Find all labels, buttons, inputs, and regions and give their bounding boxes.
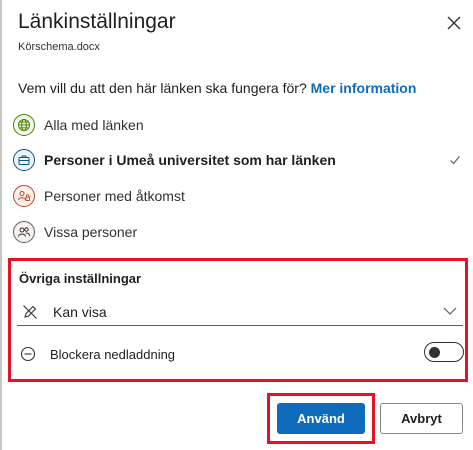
option-specific-people[interactable]: Vissa personer [10,217,472,247]
specific-people-icon [13,221,35,243]
globe-icon [13,114,35,136]
option-label: Vissa personer [44,224,138,240]
option-people-with-access[interactable]: Personer med åtkomst [10,181,472,211]
more-info-link[interactable]: Mer information [311,80,417,96]
option-label: Personer med åtkomst [44,188,185,204]
checkmark-icon [450,156,460,165]
other-settings-title: Övriga inställningar [19,271,142,286]
permission-value: Kan visa [53,303,107,320]
block-download-label: Blockera nedladdning [50,346,176,362]
organization-icon [13,149,35,171]
permission-dropdown[interactable]: Kan visa [17,298,463,326]
option-organization[interactable]: Personer i Umeå universitet som har länk… [10,145,472,175]
apply-button[interactable]: Använd [277,403,365,434]
block-icon [20,346,36,362]
link-settings-dialog: Länkinställningar Körschema.docx Vem vil… [2,0,473,450]
audience-question-text: Vem vill du att den här länken ska funge… [18,80,307,96]
audience-question: Vem vill du att den här länken ska funge… [18,80,416,96]
block-download-row: Blockera nedladdning [17,340,464,368]
close-icon[interactable] [446,15,462,31]
chevron-down-icon [443,307,457,315]
option-label: Personer i Umeå universitet som har länk… [44,152,336,168]
dialog-title: Länkinställningar [18,10,176,33]
file-name: Körschema.docx [18,41,100,53]
cancel-button[interactable]: Avbryt [380,403,463,434]
toggle-knob [429,347,440,358]
option-anyone-with-link[interactable]: Alla med länken [10,110,472,140]
block-download-toggle[interactable] [424,342,464,362]
people-access-icon [13,185,35,207]
option-label: Alla med länken [44,117,144,133]
pencil-off-icon [23,304,37,319]
